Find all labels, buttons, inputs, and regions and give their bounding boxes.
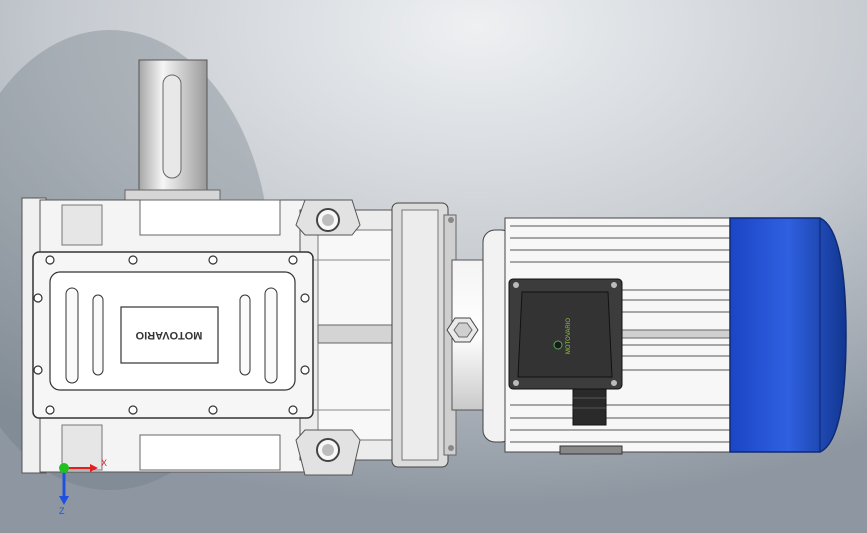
cable-gland	[572, 388, 607, 426]
nameplate-brand: MOTOVARIO	[135, 329, 202, 341]
y-axis-dot	[59, 463, 69, 473]
x-axis-label: X	[101, 458, 107, 468]
z-axis-label: Z	[59, 506, 65, 516]
nameplate: MOTOVARIO	[120, 306, 219, 364]
keyway-slot	[162, 74, 182, 179]
fan-cover[interactable]	[729, 217, 847, 453]
terminal-box-logo: MOTOVARIO	[566, 318, 572, 354]
mounting-foot-bottom	[295, 429, 361, 476]
output-shaft[interactable]	[124, 59, 221, 201]
mounting-foot-top	[295, 199, 361, 236]
cad-viewport[interactable]: MOTOVARIO MOTOVARIO X Z	[0, 0, 867, 533]
motor-flange	[391, 202, 457, 468]
motovario-logo-icon	[553, 340, 563, 350]
